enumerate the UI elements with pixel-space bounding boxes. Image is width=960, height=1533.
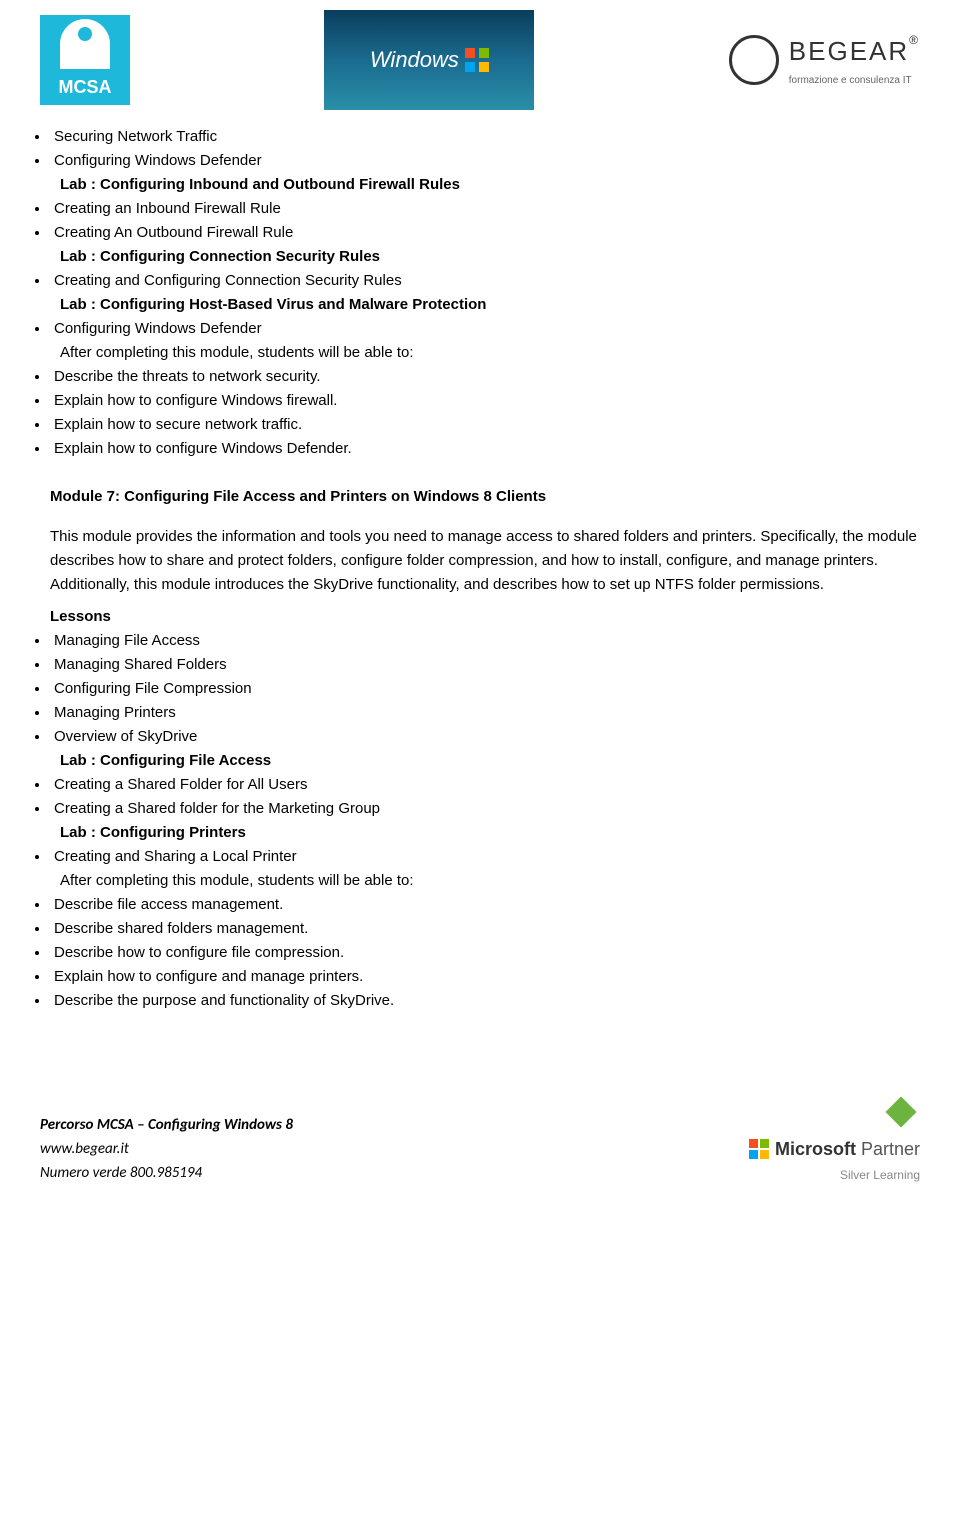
module-heading: Module 7: Configuring File Access and Pr… (50, 485, 920, 509)
silver-learning-text: Silver Learning (840, 1166, 920, 1185)
list-item: Securing Network Traffic (50, 125, 920, 149)
list-item: Managing File Access (50, 629, 920, 653)
windows-text: Windows (370, 42, 459, 77)
list-item: Creating a Shared folder for the Marketi… (50, 797, 920, 821)
list-item: Configuring Windows Defender (50, 149, 920, 173)
list-item: Creating an Inbound Firewall Rule (50, 197, 920, 221)
footer-phone: Numero verde 800.985194 (40, 1161, 293, 1185)
list-item: Explain how to configure Windows Defende… (50, 437, 920, 461)
list-item: Creating a Shared Folder for All Users (50, 773, 920, 797)
list-item: Configuring File Compression (50, 677, 920, 701)
microsoft-flag-icon (749, 1139, 769, 1159)
lab-heading: Lab : Configuring File Access (60, 749, 920, 773)
list-item: Explain how to configure Windows firewal… (50, 389, 920, 413)
lab-heading: Lab : Configuring Connection Security Ru… (60, 245, 920, 269)
list-item: Describe how to configure file compressi… (50, 941, 920, 965)
header-logos: MCSA Windows BEGEAR® formazione e consul… (40, 10, 920, 110)
list-item: Describe shared folders management. (50, 917, 920, 941)
footer-left: Percorso MCSA – Configuring Windows 8 ww… (40, 1113, 293, 1185)
lessons-label: Lessons (50, 605, 920, 629)
list-item: Managing Printers (50, 701, 920, 725)
after-completing-text: After completing this module, students w… (60, 869, 920, 893)
document-content: Securing Network Traffic Configuring Win… (40, 125, 920, 1013)
microsoft-text: Microsoft (775, 1139, 856, 1159)
lab-heading: Lab : Configuring Host-Based Virus and M… (60, 293, 920, 317)
list-item: Explain how to configure and manage prin… (50, 965, 920, 989)
list-item: Describe the purpose and functionality o… (50, 989, 920, 1013)
list-item: Configuring Windows Defender (50, 317, 920, 341)
list-item: Describe file access management. (50, 893, 920, 917)
list-item: Creating and Configuring Connection Secu… (50, 269, 920, 293)
registered-icon: ® (909, 33, 920, 47)
mcsa-logo: MCSA (40, 15, 130, 105)
footer-right: Microsoft Partner Silver Learning (749, 1093, 920, 1185)
footer-website: www.begear.it (40, 1137, 293, 1161)
begear-logo: BEGEAR® formazione e consulenza IT (729, 31, 920, 89)
microsoft-partner-logo: Microsoft Partner (749, 1135, 920, 1164)
list-item: Managing Shared Folders (50, 653, 920, 677)
begear-subtitle: formazione e consulenza IT (789, 73, 920, 89)
after-completing-text: After completing this module, students w… (60, 341, 920, 365)
list-item: Creating An Outbound Firewall Rule (50, 221, 920, 245)
gear-icon (729, 35, 779, 85)
person-icon (60, 19, 110, 69)
windows-flag-icon (465, 48, 489, 72)
mcsa-text: MCSA (59, 73, 112, 102)
lab-heading: Lab : Configuring Printers (60, 821, 920, 845)
list-item: Creating and Sharing a Local Printer (50, 845, 920, 869)
lab-heading: Lab : Configuring Inbound and Outbound F… (60, 173, 920, 197)
windows-logo: Windows (324, 10, 534, 110)
footer-course-title: Percorso MCSA – Configuring Windows 8 (40, 1113, 293, 1137)
list-item: Explain how to secure network traffic. (50, 413, 920, 437)
partner-text: Partner (856, 1139, 920, 1159)
begear-title: BEGEAR (789, 36, 909, 66)
cube-icon (882, 1093, 920, 1131)
list-item: Describe the threats to network security… (50, 365, 920, 389)
list-item: Overview of SkyDrive (50, 725, 920, 749)
module-description: This module provides the information and… (50, 525, 920, 597)
footer: Percorso MCSA – Configuring Windows 8 ww… (40, 1093, 920, 1185)
